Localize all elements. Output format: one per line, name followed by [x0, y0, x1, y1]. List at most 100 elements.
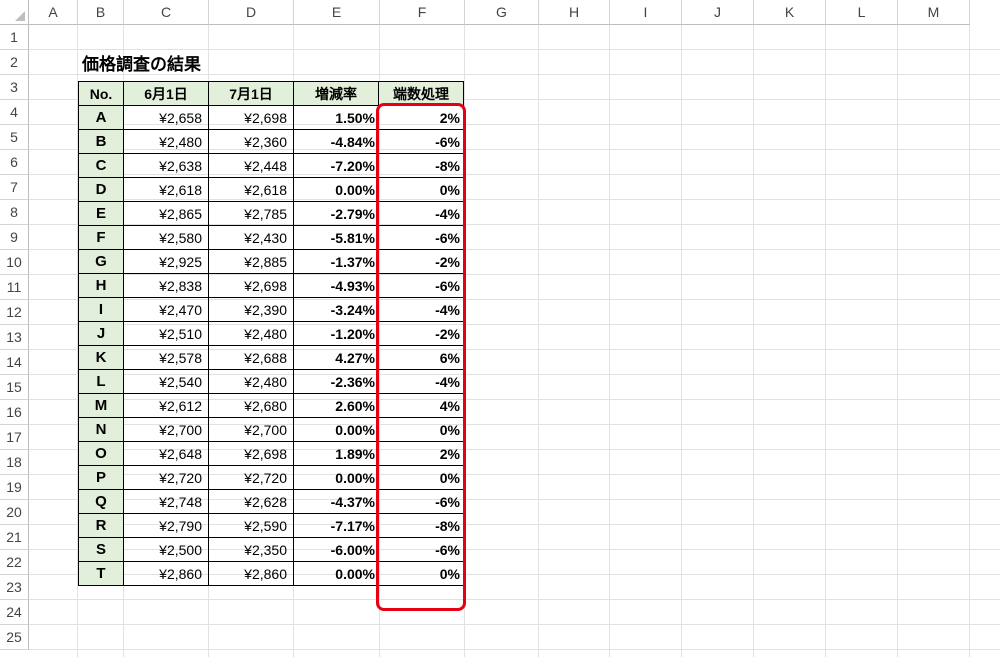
- column-header-i[interactable]: I: [610, 0, 682, 25]
- row-header-7[interactable]: 7: [0, 175, 29, 200]
- row-header-14[interactable]: 14: [0, 350, 29, 375]
- column-header-l[interactable]: L: [826, 0, 898, 25]
- july-price-cell[interactable]: ¥2,350: [208, 537, 294, 562]
- column-header-h[interactable]: H: [539, 0, 610, 25]
- change-rate-cell[interactable]: -2.36%: [293, 369, 379, 394]
- rounded-rate-cell[interactable]: -6%: [378, 225, 464, 250]
- column-header-c[interactable]: C: [124, 0, 209, 25]
- rounded-rate-cell[interactable]: -4%: [378, 297, 464, 322]
- rounded-rate-cell[interactable]: 0%: [378, 177, 464, 202]
- item-id-cell[interactable]: K: [78, 345, 124, 370]
- june-price-cell[interactable]: ¥2,500: [123, 537, 209, 562]
- table-header-cell[interactable]: 増減率: [293, 81, 379, 106]
- row-header-24[interactable]: 24: [0, 600, 29, 625]
- column-header-b[interactable]: B: [78, 0, 124, 25]
- june-price-cell[interactable]: ¥2,748: [123, 489, 209, 514]
- row-header-1[interactable]: 1: [0, 25, 29, 50]
- column-header-j[interactable]: J: [682, 0, 754, 25]
- row-header-6[interactable]: 6: [0, 150, 29, 175]
- july-price-cell[interactable]: ¥2,618: [208, 177, 294, 202]
- spreadsheet-grid[interactable]: ABCDEFGHIJKLM 1 2 3 4 5 6 7 8 9 10 11 12 13 14 15 16 17 1…: [0, 0, 1000, 657]
- rounded-rate-cell[interactable]: 4%: [378, 393, 464, 418]
- item-id-cell[interactable]: G: [78, 249, 124, 274]
- july-price-cell[interactable]: ¥2,698: [208, 105, 294, 130]
- item-id-cell[interactable]: F: [78, 225, 124, 250]
- row-header-21[interactable]: 21: [0, 525, 29, 550]
- table-header-cell[interactable]: No.: [78, 81, 124, 106]
- item-id-cell[interactable]: E: [78, 201, 124, 226]
- row-header-3[interactable]: 3: [0, 75, 29, 100]
- july-price-cell[interactable]: ¥2,590: [208, 513, 294, 538]
- item-id-cell[interactable]: Q: [78, 489, 124, 514]
- june-price-cell[interactable]: ¥2,838: [123, 273, 209, 298]
- july-price-cell[interactable]: ¥2,785: [208, 201, 294, 226]
- row-header-10[interactable]: 10: [0, 250, 29, 275]
- row-header-13[interactable]: 13: [0, 325, 29, 350]
- row-header-16[interactable]: 16: [0, 400, 29, 425]
- item-id-cell[interactable]: B: [78, 129, 124, 154]
- change-rate-cell[interactable]: 0.00%: [293, 177, 379, 202]
- july-price-cell[interactable]: ¥2,360: [208, 129, 294, 154]
- change-rate-cell[interactable]: -2.79%: [293, 201, 379, 226]
- column-header-m[interactable]: M: [898, 0, 970, 25]
- june-price-cell[interactable]: ¥2,580: [123, 225, 209, 250]
- column-header-k[interactable]: K: [754, 0, 826, 25]
- june-price-cell[interactable]: ¥2,865: [123, 201, 209, 226]
- july-price-cell[interactable]: ¥2,885: [208, 249, 294, 274]
- row-header-19[interactable]: 19: [0, 475, 29, 500]
- row-header-4[interactable]: 4: [0, 100, 29, 125]
- item-id-cell[interactable]: R: [78, 513, 124, 538]
- july-price-cell[interactable]: ¥2,628: [208, 489, 294, 514]
- column-header-a[interactable]: A: [29, 0, 78, 25]
- row-header-17[interactable]: 17: [0, 425, 29, 450]
- item-id-cell[interactable]: C: [78, 153, 124, 178]
- july-price-cell[interactable]: ¥2,480: [208, 369, 294, 394]
- change-rate-cell[interactable]: 0.00%: [293, 561, 379, 586]
- june-price-cell[interactable]: ¥2,612: [123, 393, 209, 418]
- rounded-rate-cell[interactable]: -6%: [378, 537, 464, 562]
- table-header-cell[interactable]: 7月1日: [208, 81, 294, 106]
- row-header-23[interactable]: 23: [0, 575, 29, 600]
- july-price-cell[interactable]: ¥2,688: [208, 345, 294, 370]
- select-all-corner[interactable]: [0, 0, 29, 25]
- row-header-9[interactable]: 9: [0, 225, 29, 250]
- change-rate-cell[interactable]: -4.93%: [293, 273, 379, 298]
- column-header-f[interactable]: F: [380, 0, 465, 25]
- june-price-cell[interactable]: ¥2,648: [123, 441, 209, 466]
- rounded-rate-cell[interactable]: -6%: [378, 489, 464, 514]
- change-rate-cell[interactable]: -3.24%: [293, 297, 379, 322]
- item-id-cell[interactable]: N: [78, 417, 124, 442]
- july-price-cell[interactable]: ¥2,720: [208, 465, 294, 490]
- column-header-e[interactable]: E: [294, 0, 380, 25]
- rounded-rate-cell[interactable]: 2%: [378, 105, 464, 130]
- june-price-cell[interactable]: ¥2,720: [123, 465, 209, 490]
- june-price-cell[interactable]: ¥2,578: [123, 345, 209, 370]
- change-rate-cell[interactable]: 0.00%: [293, 417, 379, 442]
- change-rate-cell[interactable]: 1.89%: [293, 441, 379, 466]
- change-rate-cell[interactable]: -5.81%: [293, 225, 379, 250]
- june-price-cell[interactable]: ¥2,510: [123, 321, 209, 346]
- change-rate-cell[interactable]: -7.17%: [293, 513, 379, 538]
- item-id-cell[interactable]: O: [78, 441, 124, 466]
- june-price-cell[interactable]: ¥2,658: [123, 105, 209, 130]
- june-price-cell[interactable]: ¥2,470: [123, 297, 209, 322]
- july-price-cell[interactable]: ¥2,698: [208, 441, 294, 466]
- rounded-rate-cell[interactable]: -2%: [378, 249, 464, 274]
- item-id-cell[interactable]: I: [78, 297, 124, 322]
- rounded-rate-cell[interactable]: -2%: [378, 321, 464, 346]
- column-header-d[interactable]: D: [209, 0, 294, 25]
- column-header-g[interactable]: G: [465, 0, 539, 25]
- row-header-2[interactable]: 2: [0, 50, 29, 75]
- sheet-title[interactable]: 価格調査の結果: [82, 53, 201, 78]
- row-header-11[interactable]: 11: [0, 275, 29, 300]
- july-price-cell[interactable]: ¥2,448: [208, 153, 294, 178]
- change-rate-cell[interactable]: -6.00%: [293, 537, 379, 562]
- june-price-cell[interactable]: ¥2,700: [123, 417, 209, 442]
- row-header-15[interactable]: 15: [0, 375, 29, 400]
- item-id-cell[interactable]: H: [78, 273, 124, 298]
- item-id-cell[interactable]: S: [78, 537, 124, 562]
- change-rate-cell[interactable]: -4.37%: [293, 489, 379, 514]
- item-id-cell[interactable]: P: [78, 465, 124, 490]
- item-id-cell[interactable]: J: [78, 321, 124, 346]
- rounded-rate-cell[interactable]: -4%: [378, 201, 464, 226]
